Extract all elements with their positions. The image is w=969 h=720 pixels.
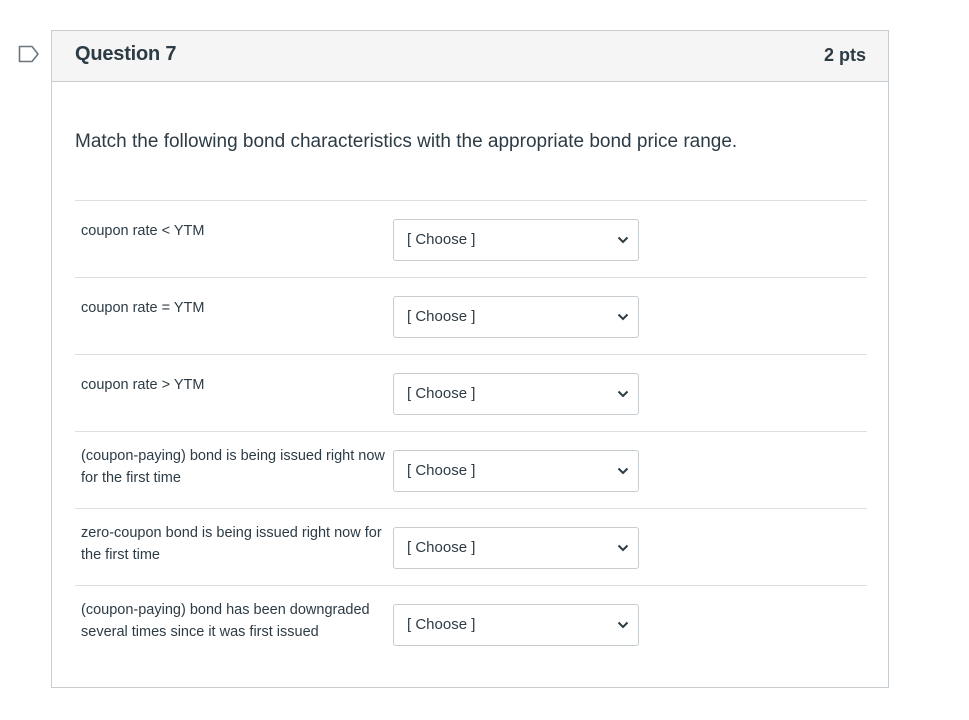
- chevron-down-icon: [617, 621, 629, 629]
- match-list: coupon rate < YTM [ Choose ] coupon rate…: [75, 200, 867, 662]
- question-title: Question 7: [75, 43, 177, 65]
- chevron-down-icon: [617, 390, 629, 398]
- match-row: coupon rate < YTM [ Choose ]: [75, 200, 867, 277]
- match-row: coupon rate = YTM [ Choose ]: [75, 277, 867, 354]
- match-select[interactable]: [ Choose ]: [393, 450, 639, 492]
- question-prompt: Match the following bond characteristics…: [75, 131, 738, 152]
- select-value: [ Choose ]: [407, 539, 476, 556]
- question-header: Question 7 2 pts: [52, 31, 888, 82]
- chevron-down-icon: [617, 544, 629, 552]
- match-label: (coupon-paying) bond has been downgraded…: [81, 602, 370, 640]
- match-label: (coupon-paying) bond is being issued rig…: [81, 448, 385, 486]
- match-label: coupon rate > YTM: [81, 377, 205, 393]
- match-select[interactable]: [ Choose ]: [393, 604, 639, 646]
- match-label: coupon rate = YTM: [81, 300, 205, 316]
- match-select[interactable]: [ Choose ]: [393, 219, 639, 261]
- select-value: [ Choose ]: [407, 308, 476, 325]
- flag-question-icon[interactable]: [18, 45, 40, 63]
- match-select[interactable]: [ Choose ]: [393, 296, 639, 338]
- select-value: [ Choose ]: [407, 616, 476, 633]
- match-row: coupon rate > YTM [ Choose ]: [75, 354, 867, 431]
- match-row: zero-coupon bond is being issued right n…: [75, 508, 867, 585]
- chevron-down-icon: [617, 236, 629, 244]
- match-select[interactable]: [ Choose ]: [393, 527, 639, 569]
- match-select[interactable]: [ Choose ]: [393, 373, 639, 415]
- match-label: coupon rate < YTM: [81, 223, 205, 239]
- question-card: Question 7 2 pts Match the following bon…: [51, 30, 889, 688]
- question-points: 2 pts: [823, 45, 866, 65]
- match-row: (coupon-paying) bond has been downgraded…: [75, 585, 867, 662]
- chevron-down-icon: [617, 467, 629, 475]
- match-row: (coupon-paying) bond is being issued rig…: [75, 431, 867, 508]
- chevron-down-icon: [617, 313, 629, 321]
- select-value: [ Choose ]: [407, 462, 476, 479]
- select-value: [ Choose ]: [407, 231, 476, 248]
- match-label: zero-coupon bond is being issued right n…: [81, 525, 382, 563]
- select-value: [ Choose ]: [407, 385, 476, 402]
